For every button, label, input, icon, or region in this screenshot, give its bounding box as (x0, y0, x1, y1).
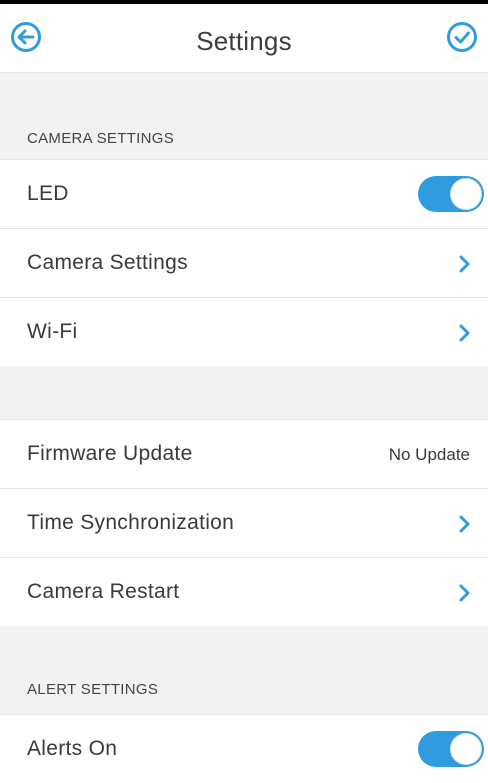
alerts-toggle[interactable] (418, 731, 484, 767)
camera-restart-label: Camera Restart (27, 580, 180, 603)
chevron-right-icon (459, 255, 470, 273)
time-sync-label: Time Synchronization (27, 511, 235, 534)
check-icon[interactable] (446, 21, 478, 53)
camera-settings-label: Camera Settings (27, 251, 188, 274)
page-title: Settings (196, 26, 292, 56)
setting-row-alerts-on: Alerts On (0, 714, 488, 783)
alerts-on-label: Alerts On (27, 737, 118, 760)
top-app-bar: Settings (0, 4, 488, 73)
chevron-right-icon (459, 584, 470, 602)
toggle-knob (450, 733, 482, 765)
setting-row-time-synchronization[interactable]: Time Synchronization (0, 488, 488, 557)
wifi-label: Wi-Fi (27, 320, 78, 343)
led-label: LED (27, 182, 69, 205)
section-gap (0, 366, 488, 419)
setting-row-led: LED (0, 159, 488, 228)
chevron-right-icon (459, 515, 470, 533)
setting-row-camera-settings[interactable]: Camera Settings (0, 228, 488, 297)
setting-row-firmware-update[interactable]: Firmware Update No Update (0, 419, 488, 488)
toggle-knob (450, 178, 482, 210)
setting-row-camera-restart[interactable]: Camera Restart (0, 557, 488, 626)
section-header-alert-settings: ALERT SETTINGS (27, 681, 159, 698)
section-gap (0, 626, 488, 714)
led-toggle[interactable] (418, 176, 484, 212)
setting-row-wifi[interactable]: Wi-Fi (0, 297, 488, 366)
firmware-update-label: Firmware Update (27, 442, 193, 465)
chevron-right-icon (459, 324, 470, 342)
firmware-status-value: No Update (388, 445, 470, 464)
section-header-camera-settings: CAMERA SETTINGS (27, 130, 175, 147)
